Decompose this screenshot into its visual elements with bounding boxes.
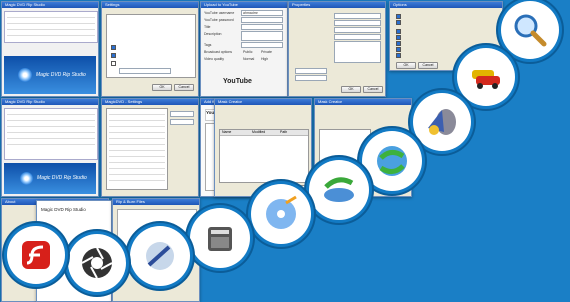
tags-field[interactable] [241,42,283,48]
setting-field[interactable] [295,68,327,74]
car-icon-circle[interactable] [457,48,515,106]
field-label: Broadcast options [204,50,233,54]
password-field[interactable] [241,17,283,23]
disc-logo-icon [18,68,32,82]
option-checkbox[interactable] [396,41,401,46]
setting-field[interactable] [334,20,381,26]
aperture-icon [81,247,113,279]
window-titlebar: Magic DVD Rip Studio [2,99,98,105]
radio-public[interactable]: Public [243,50,253,54]
logo-text: Magic DVD Rip Studio [36,72,86,78]
search-icon [514,14,547,47]
column-header[interactable]: Modified [252,130,280,135]
window-titlebar: Properties [289,2,385,8]
car-icon [472,70,500,89]
disc-tool-icon [146,242,174,270]
magicdvd-settings-dialog: MagicDVD - Settings [101,98,199,197]
flash-icon-circle[interactable] [7,226,65,284]
sync-disc-icon [324,177,354,202]
options-pane [106,14,196,78]
dvd-rip-window-bottom: Magic DVD Rip Studio Magic DVD Rip Studi… [1,98,99,197]
window-titlebar: Mask Creator [315,99,411,105]
logo-banner: Magic DVD Rip Studio [4,56,96,94]
logo-text: Magic DVD Rip Studio [41,207,86,212]
option-checkbox[interactable] [396,47,401,52]
setting-field[interactable] [334,13,381,19]
cancel-button[interactable]: Cancel [418,62,438,69]
username-field[interactable]: ahmadmr [241,10,283,16]
dvd-disc-icon-circle[interactable] [251,184,311,244]
film-clapper-icon [208,227,232,251]
window-titlebar: Magic DVD Rip Studio [2,2,98,8]
youtube-logo-text: YouTube [223,78,252,85]
window-titlebar: Mask Creator [215,99,311,105]
cancel-button[interactable]: Cancel [363,86,383,93]
disc-tool-icon-circle[interactable] [130,226,190,286]
setting-field[interactable] [170,111,194,117]
title-field[interactable] [241,24,283,30]
properties-dialog: Properties OK Cancel [288,1,386,97]
window-titlebar: Options [390,2,502,8]
field-label: YouTube password [204,18,234,22]
option-checkbox[interactable] [396,53,401,58]
option-checkbox[interactable] [111,45,116,50]
option-checkbox[interactable] [111,61,116,66]
setting-field[interactable] [334,34,381,40]
sync-disc-icon-circle[interactable] [309,160,369,220]
settings-dialog: Settings OK Cancel [101,1,199,97]
sync-globe-icon [377,146,407,176]
field-label: Description [204,32,222,36]
aperture-icon-circle[interactable] [68,234,126,292]
window-titlebar: Upload to YouTube [201,2,287,8]
ok-button[interactable]: OK [341,86,361,93]
mask-list[interactable]: Name Modified Path [219,129,309,183]
window-titlebar: Rip & Burn Files [113,199,199,205]
logo-banner: Magic DVD Rip Studio [4,163,96,194]
field-value: ahmadmr [243,11,258,15]
radio-high[interactable]: High [261,57,268,61]
media-player-icon [428,109,456,135]
option-checkbox[interactable] [396,29,401,34]
setting-field[interactable] [170,119,194,125]
option-checkbox[interactable] [396,35,401,40]
film-clapper-icon-circle[interactable] [190,208,250,268]
youtube-logo: YouTube [223,78,263,90]
search-icon-circle[interactable] [501,1,559,59]
field-label: YouTube username [204,11,235,15]
logo-text: Magic DVD Rip Studio [37,175,87,181]
cancel-button[interactable]: Cancel [174,84,194,91]
options-panel[interactable] [334,41,381,63]
field-label: Video quality [204,57,224,61]
option-checkbox[interactable] [396,14,401,19]
youtube-upload-dialog: Upload to YouTube YouTube username ahmad… [200,1,288,97]
ok-button[interactable]: OK [152,84,172,91]
setting-field[interactable] [119,68,171,74]
file-list[interactable] [4,11,98,43]
sync-globe-icon-circle[interactable] [362,131,422,191]
radio-private[interactable]: Private [261,50,272,54]
setting-field[interactable] [334,27,381,33]
window-titlebar: Settings [102,2,198,8]
ok-button[interactable]: OK [396,62,416,69]
window-titlebar: MagicDVD - Settings [102,99,198,105]
media-player-icon-circle[interactable] [413,93,471,151]
option-checkbox[interactable] [111,53,116,58]
flash-icon [22,241,50,269]
description-field[interactable] [241,31,283,41]
setting-field[interactable] [295,75,327,81]
settings-list[interactable] [106,108,168,190]
dvd-rip-window-top: Magic DVD Rip Studio Magic DVD Rip Studi… [1,1,99,97]
field-label: Tags [204,43,212,47]
option-checkbox[interactable] [396,20,401,25]
field-label: Title [204,25,211,29]
column-header[interactable]: Path [280,130,287,135]
mask-creator-dialog: Mask Creator Name Modified Path Next Can… [214,98,312,197]
file-list[interactable] [4,108,98,160]
disc-logo-icon [20,172,33,185]
dvd-disc-icon [266,195,297,229]
column-header[interactable]: Name [220,130,252,135]
radio-normal[interactable]: Normal [243,57,254,61]
